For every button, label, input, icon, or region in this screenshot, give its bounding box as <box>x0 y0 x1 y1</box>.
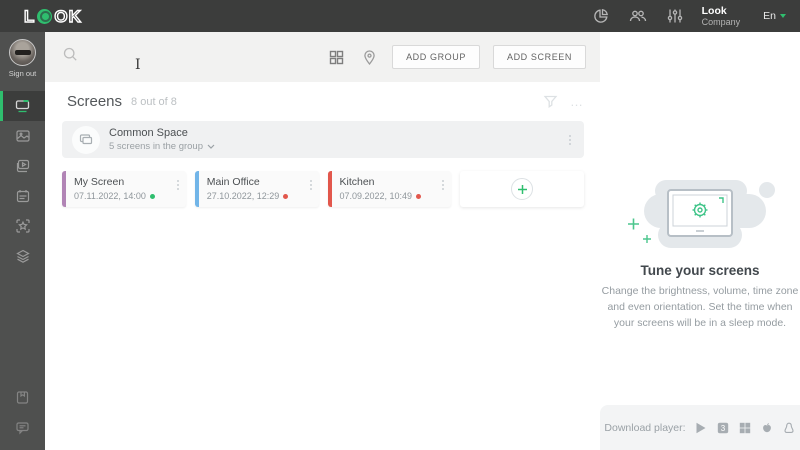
info-description: Change the brightness, volume, time zone… <box>600 284 800 331</box>
sidebar-item-playlists[interactable] <box>0 151 45 181</box>
sidebar-nav <box>0 91 45 271</box>
screen-datetime: 27.10.2022, 12:29 <box>207 191 280 201</box>
language-selector[interactable]: En <box>763 10 786 22</box>
windows-icon[interactable] <box>739 421 752 434</box>
screen-name: Kitchen <box>340 176 440 188</box>
logo-letter: O <box>54 8 68 25</box>
page-title: Screens <box>67 93 122 110</box>
screens-page: Screens 8 out of 8 … Common Space <box>45 82 600 450</box>
chevron-down-icon <box>780 14 786 18</box>
sidebar-item-screens[interactable] <box>0 91 45 121</box>
screen-cards: My Screen 07.11.2022, 14:00 Main Office … <box>62 171 584 207</box>
screen-card[interactable]: My Screen 07.11.2022, 14:00 <box>62 171 186 207</box>
logo-eye-icon <box>37 9 52 24</box>
screen-card[interactable]: Main Office 27.10.2022, 12:29 <box>195 171 319 207</box>
statistics-icon[interactable] <box>591 6 611 26</box>
support-chat-icon <box>15 420 30 435</box>
add-screen-button[interactable]: ADD SCREEN <box>493 45 586 69</box>
grid-view-icon[interactable] <box>326 47 346 67</box>
sidebar-item-schedule[interactable] <box>0 181 45 211</box>
android-tv-icon[interactable]: 3 <box>717 421 730 434</box>
add-group-button[interactable]: ADD GROUP <box>392 45 480 69</box>
apple-icon[interactable] <box>761 421 774 434</box>
schedule-icon <box>15 188 31 204</box>
screen-datetime: 07.09.2022, 10:49 <box>340 191 413 201</box>
screens-icon <box>14 98 31 114</box>
sidebar-item-manual[interactable] <box>0 382 45 412</box>
sign-out-button[interactable]: Sign out <box>9 32 37 78</box>
info-panel: Tune your screens Change the brightness,… <box>600 32 800 450</box>
logo-letter: K <box>69 8 82 25</box>
google-play-icon[interactable] <box>695 421 708 434</box>
account-menu[interactable]: Look Company <box>702 5 741 27</box>
sidebar-item-widgets[interactable] <box>0 211 45 241</box>
chevron-down-icon[interactable] <box>207 144 215 149</box>
sidebar-item-media[interactable] <box>0 121 45 151</box>
group-subtitle: 5 screens in the group <box>109 141 203 152</box>
add-screen-card[interactable] <box>460 171 584 207</box>
screen-name: My Screen <box>74 176 174 188</box>
plus-icon <box>511 178 533 200</box>
layers-icon <box>15 248 31 264</box>
manual-book-icon <box>15 390 30 405</box>
map-view-icon[interactable] <box>359 47 379 67</box>
more-options-icon[interactable]: … <box>570 99 584 105</box>
screen-datetime: 07.11.2022, 14:00 <box>74 191 146 201</box>
playlists-icon <box>15 158 31 174</box>
sidebar-item-support[interactable] <box>0 412 45 442</box>
sliders-icon[interactable] <box>665 6 685 26</box>
screen-menu-icon[interactable] <box>307 177 315 207</box>
search-icon <box>62 46 79 68</box>
top-bar: L O K <box>0 0 800 32</box>
screens-count: 8 out of 8 <box>131 96 177 108</box>
linux-icon[interactable] <box>783 421 796 434</box>
sidebar: Sign out <box>0 32 45 450</box>
status-dot <box>416 194 421 199</box>
account-type: Company <box>702 17 741 27</box>
info-title: Tune your screens <box>600 263 800 278</box>
language-label: En <box>763 10 776 22</box>
download-player-label: Download player: <box>604 422 685 434</box>
app-window: L O K <box>0 0 800 450</box>
group-avatar <box>72 126 100 154</box>
media-icon <box>15 128 31 144</box>
screen-group-row[interactable]: Common Space 5 screens in the group <box>62 121 584 158</box>
svg-text:3: 3 <box>721 423 726 432</box>
widgets-icon <box>15 218 31 234</box>
group-menu-icon[interactable] <box>566 132 574 148</box>
tune-screens-illustration <box>600 180 800 260</box>
filter-icon[interactable] <box>543 94 558 109</box>
account-name: Look <box>702 5 741 17</box>
screen-name: Main Office <box>207 176 307 188</box>
avatar <box>9 39 36 66</box>
group-name: Common Space <box>109 127 215 139</box>
sidebar-bottom-nav <box>0 382 45 442</box>
screen-card[interactable]: Kitchen 07.09.2022, 10:49 <box>328 171 452 207</box>
screen-menu-icon[interactable] <box>439 177 447 207</box>
status-dot <box>150 194 155 199</box>
toolbar: I ADD GROUP ADD SCREEN <box>45 32 600 82</box>
search-input[interactable] <box>91 45 291 69</box>
status-dot <box>283 194 288 199</box>
screen-menu-icon[interactable] <box>174 177 182 207</box>
logo-letter: L <box>24 8 35 25</box>
sidebar-item-layers[interactable] <box>0 241 45 271</box>
sign-out-label: Sign out <box>9 69 37 78</box>
look-logo[interactable]: L O K <box>24 8 82 25</box>
users-icon[interactable] <box>628 6 648 26</box>
download-player-bar: Download player: 3 <box>600 405 800 450</box>
